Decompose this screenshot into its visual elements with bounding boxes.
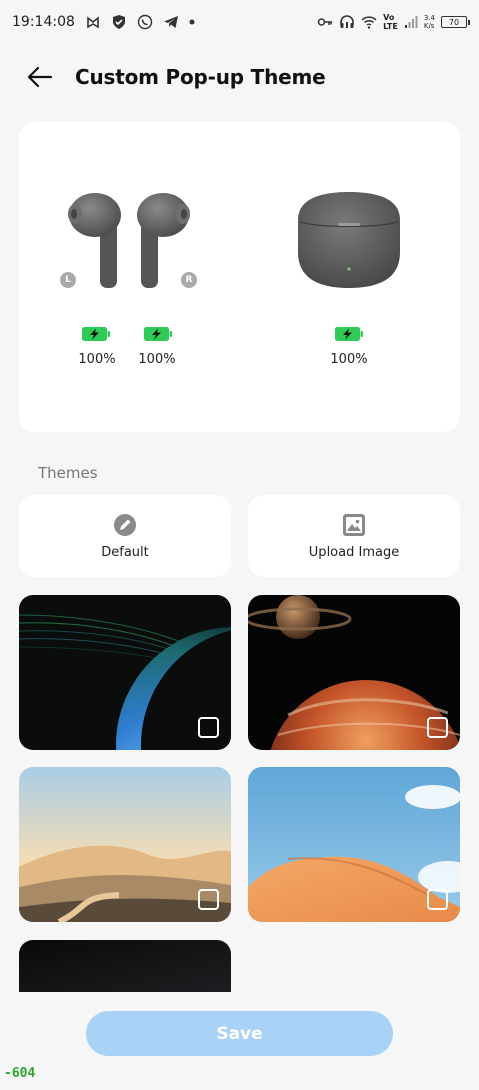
default-theme-button[interactable]: Default — [19, 495, 231, 577]
image-icon — [343, 513, 365, 536]
right-battery-icon — [144, 327, 172, 341]
home-notification-icon — [87, 16, 99, 29]
right-battery-percent: 100% — [138, 352, 176, 367]
theme-4-checkbox[interactable] — [427, 889, 448, 910]
back-button[interactable] — [26, 64, 54, 90]
theme-tile-4[interactable] — [248, 767, 460, 922]
save-button[interactable]: Save — [86, 1011, 393, 1056]
more-notifications-dot-icon — [189, 19, 195, 25]
headphones-icon — [340, 15, 354, 28]
battery-indicator: 70 — [441, 16, 470, 28]
theme-tile-1[interactable] — [19, 595, 231, 750]
theme-1-checkbox[interactable] — [198, 717, 219, 738]
volte-indicator: Vo LTE — [383, 13, 398, 31]
pencil-icon — [114, 513, 136, 536]
left-battery-icon — [82, 327, 110, 341]
key-icon — [317, 18, 333, 26]
upload-image-label: Upload Image — [308, 544, 400, 560]
whatsapp-icon — [137, 14, 153, 30]
theme-tile-2[interactable] — [248, 595, 460, 750]
default-theme-label: Default — [101, 544, 149, 560]
theme-tile-5[interactable] — [19, 940, 231, 992]
arrow-left-icon — [27, 66, 53, 88]
left-earbud-badge: L — [60, 272, 76, 288]
themes-section-label: Themes — [38, 464, 98, 482]
case-battery-percent: 100% — [330, 352, 368, 367]
signal-strength-icon — [404, 16, 418, 28]
left-battery-percent: 100% — [78, 352, 116, 367]
theme-tile-3[interactable] — [19, 767, 231, 922]
case-battery-icon — [335, 327, 363, 341]
theme-3-checkbox[interactable] — [198, 889, 219, 910]
shield-notification-icon — [112, 15, 125, 29]
right-earbud-badge: R — [181, 272, 197, 288]
charging-case-image — [298, 192, 400, 288]
wifi-icon — [361, 16, 377, 29]
earbuds-preview-card: L R 100% 100% 100% — [19, 122, 460, 432]
status-time: 19:14:08 — [12, 14, 75, 30]
upload-image-button[interactable]: Upload Image — [248, 495, 460, 577]
app-header: Custom Pop-up Theme — [0, 52, 479, 102]
debug-watermark: -604 — [4, 1066, 36, 1081]
page-title: Custom Pop-up Theme — [75, 65, 326, 89]
network-speed: 3.4 K/s — [423, 14, 435, 30]
theme-2-checkbox[interactable] — [427, 717, 448, 738]
telegram-icon — [163, 16, 178, 28]
theme-5-image — [19, 940, 231, 992]
status-bar: 19:14:08 Vo LTE 3.4 K/s 70 — [0, 0, 479, 44]
